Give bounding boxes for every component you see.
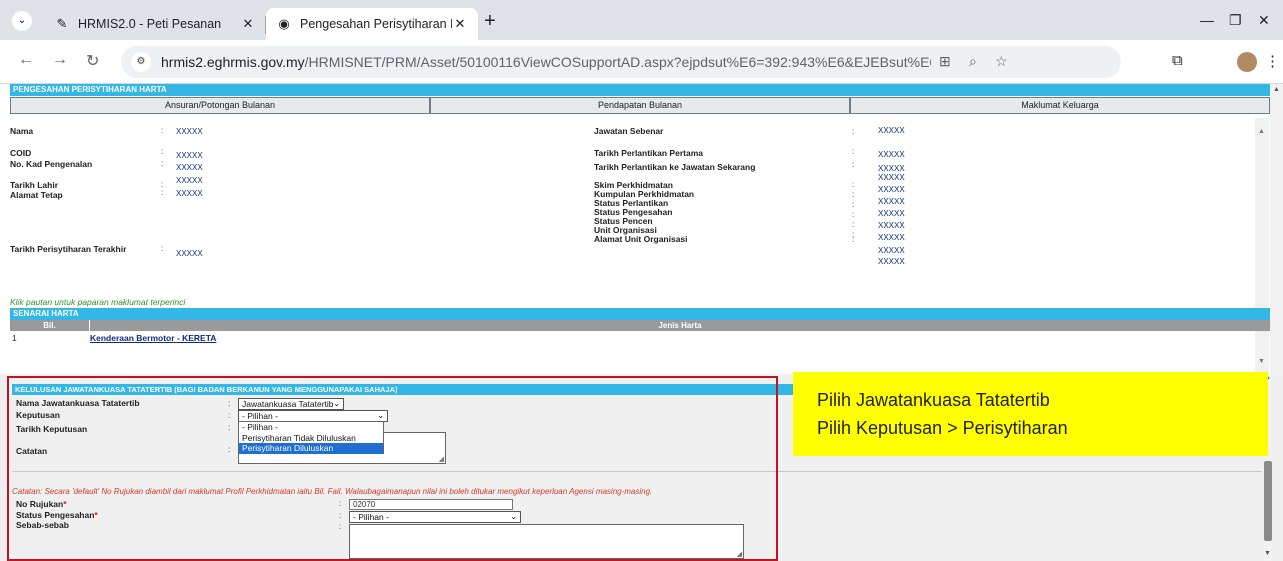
value-birth-date: XXXXX	[176, 176, 203, 185]
forward-icon[interactable]: →	[52, 51, 68, 69]
value-coid: XXXXX	[176, 151, 203, 160]
colon: :	[161, 159, 164, 168]
callout-line-2: Pilih Keputusan > Perisytiharan	[817, 418, 1068, 438]
label-coid: COID	[10, 148, 32, 158]
colon: :	[161, 147, 164, 156]
colon: :	[161, 126, 164, 135]
hrmis-favicon-icon: ✎	[56, 16, 68, 31]
value-appointment-status: XXXXX	[878, 197, 905, 206]
tab-monthly-income[interactable]: Pendapatan Bulanan	[430, 97, 850, 114]
value-ic-no: XXXXX	[176, 163, 203, 172]
label-ic-no: No. Kad Pengenalan	[10, 159, 93, 169]
scroll-up-icon[interactable]: ▲	[1258, 128, 1265, 135]
colon: :	[852, 127, 855, 136]
scroll-down-icon[interactable]: ▼	[1264, 550, 1271, 557]
close-icon[interactable]: ✕	[452, 16, 468, 32]
row-no: 1	[12, 333, 17, 343]
address-bar-row: ← → ↻ ⚙ hrmis2.eghrmis.gov.my/HRMISNET/P…	[0, 40, 1283, 84]
tab-search-icon[interactable]: ⌄	[12, 11, 32, 31]
value-last-declaration: XXXXX	[176, 249, 203, 258]
tab-asset-declaration[interactable]: ◉ Pengesahan Perisytiharan Harta ✕	[266, 8, 478, 40]
value-extra: XXXXX	[878, 257, 905, 266]
restore-icon[interactable]: ❐	[1229, 12, 1242, 29]
label-address: Alamat Tetap	[10, 190, 63, 200]
colon: :	[852, 180, 855, 189]
page-title: PENGESAHAN PERISYTIHARAN HARTA	[10, 84, 1270, 96]
tab-title: HRMIS2.0 - Peti Pesanan	[78, 17, 222, 31]
label-org-address: Alamat Unit Organisasi	[594, 234, 688, 244]
tab-family-info[interactable]: Maklumat Keluarga	[850, 97, 1270, 114]
new-tab-icon[interactable]: +	[484, 11, 496, 31]
section-tabs: Ansuran/Potongan Bulanan Pendapatan Bula…	[10, 97, 1270, 114]
label-birth-date: Tarikh Lahir	[10, 180, 59, 190]
value-position: XXXXX	[878, 126, 905, 135]
label-first-appointment: Tarikh Perlantikan Pertama	[594, 148, 703, 158]
label-name: Nama	[10, 126, 34, 136]
tab-inbox[interactable]: ✎ HRMIS2.0 - Peti Pesanan ✕	[44, 8, 266, 40]
colon: :	[852, 200, 855, 209]
assets-bar: SENARAI HARTA	[10, 308, 1270, 320]
translate-icon[interactable]: ⊞	[939, 53, 951, 70]
globe-icon: ◉	[278, 16, 290, 31]
value-pension-status: XXXXX	[878, 221, 905, 230]
omnibox[interactable]: ⚙ hrmis2.eghrmis.gov.my/HRMISNET/PRM/Ass…	[121, 46, 1121, 78]
assets-table-header: Bil. Jenis Harta	[10, 320, 1270, 331]
label-current-appointment: Tarikh Perlantikan ke Jawatan Sekarang	[594, 162, 756, 172]
url-text[interactable]: hrmis2.eghrmis.gov.my/HRMISNET/PRM/Asset…	[161, 54, 931, 70]
browser-tab-bar: ⌄ ✎ HRMIS2.0 - Peti Pesanan ✕ ◉ Pengesah…	[0, 0, 1283, 40]
extensions-icon[interactable]: ⧉	[1172, 52, 1183, 69]
label-last-declaration: Tarikh Perisytiharan Terakhir	[10, 244, 127, 254]
value-org-address: XXXXX	[878, 246, 905, 255]
colon: :	[852, 235, 855, 244]
close-icon[interactable]: ✕	[240, 16, 256, 32]
callout-line-1: Pilih Jawatankuasa Tatatertib	[817, 390, 1050, 410]
highlight-frame	[7, 376, 778, 561]
avatar[interactable]	[1237, 52, 1257, 72]
colon: :	[852, 220, 855, 229]
minimize-icon[interactable]: —	[1200, 12, 1214, 28]
colon: :	[852, 147, 855, 156]
asset-link[interactable]: Kenderaan Bermotor - KERETA	[90, 333, 216, 343]
back-icon[interactable]: ←	[18, 51, 34, 69]
col-no: Bil.	[10, 320, 90, 331]
value-scheme: XXXXX	[878, 173, 905, 182]
value-first-appointment: XXXXX	[878, 150, 905, 159]
tab-title: Pengesahan Perisytiharan Harta	[300, 17, 452, 31]
scroll-thumb[interactable]	[1264, 461, 1272, 541]
colon: :	[161, 244, 164, 253]
menu-icon[interactable]: ⋮	[1265, 52, 1280, 70]
col-asset-type: Jenis Harta	[658, 321, 702, 330]
scroll-up-icon[interactable]: ▲	[1273, 86, 1280, 93]
tab-monthly-deductions[interactable]: Ansuran/Potongan Bulanan	[10, 97, 430, 114]
value-confirmation-status: XXXXX	[878, 209, 905, 218]
site-info-icon[interactable]: ⚙	[131, 52, 151, 72]
colon: :	[161, 188, 164, 197]
link-hint: Klik pautan untuk paparan maklumat terpe…	[10, 297, 186, 307]
bookmark-star-icon[interactable]: ☆	[995, 53, 1008, 70]
close-window-icon[interactable]: ✕	[1258, 12, 1270, 29]
scroll-down-icon[interactable]: ▼	[1258, 358, 1265, 365]
colon: :	[852, 190, 855, 199]
instruction-callout: Pilih Jawatankuasa Tatatertib Pilih Kepu…	[793, 372, 1268, 456]
colon: :	[852, 210, 855, 219]
inner-scrollbar[interactable]: ▲ ▼	[1255, 118, 1269, 374]
label-position: Jawatan Sebenar	[594, 126, 664, 136]
value-current-appointment: XXXXX	[878, 164, 905, 173]
reload-icon[interactable]: ↻	[86, 51, 99, 71]
value-name: XXXXX	[176, 127, 203, 136]
url-path: /HRMISNET/PRM/Asset/50100116ViewCOSuppor…	[304, 54, 931, 70]
zoom-icon[interactable]: ⌕	[969, 53, 977, 70]
value-service-group: XXXXX	[878, 185, 905, 194]
value-org-unit: XXXXX	[878, 233, 905, 242]
url-host: hrmis2.eghrmis.gov.my	[161, 54, 305, 70]
colon: :	[852, 160, 855, 169]
value-address: XXXXX	[176, 189, 203, 198]
